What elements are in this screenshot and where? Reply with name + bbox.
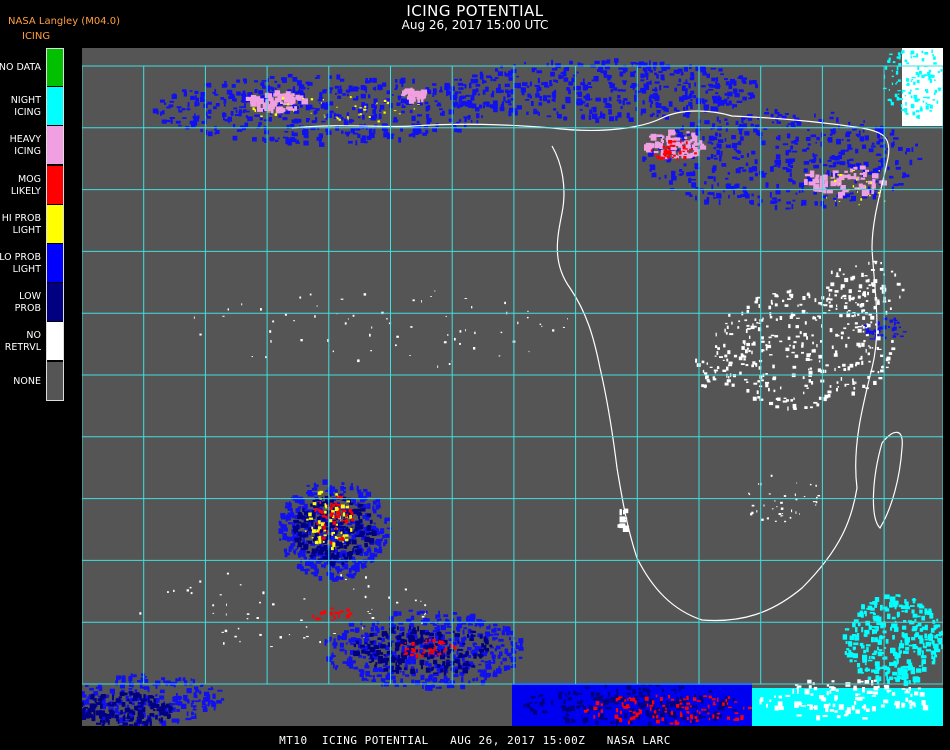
legend-label: NO RETRVL xyxy=(4,330,41,354)
producer-label: NASA Langley (M04.0) xyxy=(8,16,120,27)
legend-swatch xyxy=(47,204,64,243)
legend-swatch xyxy=(47,126,64,165)
legend-swatch xyxy=(47,361,64,400)
legend-swatch xyxy=(47,165,64,204)
legend-item: NONE xyxy=(0,361,64,401)
legend-swatch xyxy=(47,48,64,86)
legend-swatch xyxy=(47,87,64,126)
icing-map[interactable] xyxy=(82,48,943,726)
legend-item: NO RETRVL xyxy=(0,322,64,361)
legend-label: LOW PROB xyxy=(14,291,41,315)
legend-label: HI PROB LIGHT xyxy=(1,212,41,236)
legend-item: NIGHT ICING xyxy=(0,87,64,126)
legend-label: NO DATA xyxy=(0,62,41,73)
map-canvas xyxy=(82,48,943,726)
legend-label: NIGHT ICING xyxy=(10,95,41,119)
legend-label: NONE xyxy=(13,375,41,387)
legend-item: MOG LIKELY xyxy=(0,165,64,205)
legend-item: NO DATA xyxy=(0,48,64,87)
legend-item: HI PROB LIGHT xyxy=(0,204,64,244)
legend-swatch xyxy=(47,244,64,282)
header: ICING POTENTIAL Aug 26, 2017 15:00 UTC N… xyxy=(0,0,950,48)
legend-item: LOW PROB xyxy=(0,283,64,322)
color-legend: NO DATA NIGHT ICING HEAVY ICING MOG LIKELY H… xyxy=(0,48,64,401)
legend-label: MOG LIKELY xyxy=(10,173,41,197)
map-background xyxy=(82,48,943,726)
legend-label: LO PROB LIGHT xyxy=(0,252,41,275)
page-subtitle: Aug 26, 2017 15:00 UTC xyxy=(401,18,549,32)
product-label: ICING xyxy=(22,31,51,42)
legend-item: LO PROB LIGHT xyxy=(0,244,64,283)
footer-caption: MT10 ICING POTENTIAL AUG 26, 2017 15:00Z… xyxy=(279,734,671,747)
legend-swatch xyxy=(47,322,64,361)
legend-label: HEAVY ICING xyxy=(9,134,41,158)
legend-swatch xyxy=(47,283,64,322)
legend-item: HEAVY ICING xyxy=(0,126,64,165)
